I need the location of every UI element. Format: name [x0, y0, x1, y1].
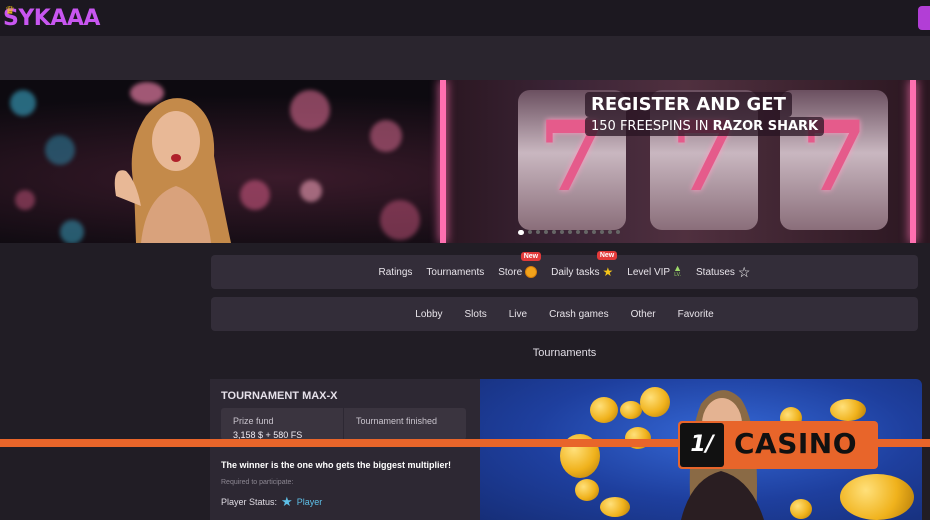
- bokeh-light: [380, 200, 420, 240]
- bokeh-light: [15, 190, 35, 210]
- coin-icon: [525, 266, 538, 278]
- carousel-dot[interactable]: [568, 230, 572, 234]
- category-slots[interactable]: Slots: [465, 309, 487, 320]
- bokeh-light: [60, 220, 84, 243]
- nav-daily-tasks[interactable]: Daily tasks ★ New: [551, 251, 618, 279]
- carousel-dot[interactable]: [518, 230, 524, 235]
- player-status-value: Player: [296, 497, 323, 507]
- prize-fund-label: Prize fund: [233, 416, 274, 426]
- star-outline-icon: ☆: [737, 263, 751, 280]
- nav-label: Daily tasks: [551, 266, 600, 278]
- gold-coin: [840, 474, 914, 520]
- carousel-dot[interactable]: [600, 230, 604, 234]
- category-crash-games[interactable]: Crash games: [549, 309, 608, 320]
- carousel-dots: [518, 230, 620, 236]
- promo-title: REGISTER AND GET: [585, 92, 792, 117]
- logo-text: SYKAAA: [3, 6, 100, 31]
- promo-game-name: RAZOR SHARK: [712, 119, 819, 134]
- carousel-dot[interactable]: [584, 230, 588, 234]
- player-status-label: Player Status:: [221, 497, 278, 507]
- bokeh-light: [45, 135, 75, 165]
- tournament-card[interactable]: TOURNAMENT MAX-X Prize fund Tournament f…: [210, 379, 480, 520]
- carousel-dot[interactable]: [536, 230, 540, 234]
- category-favorite[interactable]: Favorite: [678, 309, 714, 320]
- nav-label: Statuses: [696, 266, 735, 278]
- tournament-status-box: Tournament finished: [344, 408, 466, 440]
- new-badge: New: [596, 251, 618, 260]
- carousel-dot[interactable]: [560, 230, 564, 234]
- top-bar: ♛ SYKAAA: [0, 0, 930, 36]
- level-icon-text: LV.: [674, 272, 681, 278]
- nav-label: Live: [508, 308, 528, 320]
- tournament-name: TOURNAMENT MAX-X: [221, 390, 338, 402]
- carousel-dot[interactable]: [544, 230, 548, 234]
- carousel-dot[interactable]: [616, 230, 620, 234]
- neon-strip: [910, 80, 916, 243]
- nav-label: Favorite: [677, 308, 714, 320]
- bokeh-light: [370, 120, 402, 152]
- tournament-description: The winner is the one who gets the bigge…: [221, 460, 452, 470]
- gold-coin: [620, 401, 642, 419]
- gold-coin: [790, 499, 812, 519]
- carousel-dot[interactable]: [528, 230, 532, 234]
- carousel-dot[interactable]: [608, 230, 612, 234]
- game-category-nav: Lobby Slots Live Crash games Other Favor…: [211, 297, 918, 331]
- watermark-badge: 1/ CASINO: [678, 421, 878, 469]
- header-subbar: [0, 36, 930, 80]
- crown-icon: ♛: [5, 4, 15, 17]
- watermark-logo-icon: 1/: [680, 423, 724, 467]
- nav-store[interactable]: Store New: [498, 252, 542, 278]
- player-status-row: Player Status: ★ Player: [221, 494, 322, 510]
- gold-coin: [590, 397, 618, 423]
- nav-label: Other: [630, 308, 656, 320]
- category-lobby[interactable]: Lobby: [415, 309, 442, 320]
- nav-label: Level VIP: [627, 266, 671, 278]
- tournament-status: Tournament finished: [356, 416, 438, 426]
- promo-banner[interactable]: 7 7 7 REGISTER AND GET 150 FREESPINS IN …: [0, 80, 930, 243]
- player-star-icon: ★: [281, 494, 293, 509]
- carousel-dot[interactable]: [592, 230, 596, 234]
- nav-label: Tournaments: [426, 266, 485, 278]
- carousel-dot[interactable]: [552, 230, 556, 234]
- new-badge: New: [520, 252, 542, 261]
- promo-sub-prefix: 150 FREESPINS IN: [591, 119, 709, 134]
- gold-coin: [575, 479, 599, 501]
- section-title: Tournaments: [532, 347, 597, 359]
- category-live[interactable]: Live: [509, 309, 527, 320]
- promo-subtitle: 150 FREESPINS IN RAZOR SHARK: [585, 117, 825, 136]
- banner-model-image: [114, 98, 231, 243]
- nav-tournaments[interactable]: Tournaments: [426, 267, 484, 278]
- gold-coin: [640, 387, 670, 417]
- nav-label: Slots: [464, 308, 487, 320]
- nav-level-vip[interactable]: Level VIP ▲ LV.: [627, 263, 682, 279]
- level-up-icon: ▲ LV.: [673, 263, 682, 279]
- menu-button[interactable]: [918, 6, 930, 30]
- bokeh-light: [290, 90, 330, 130]
- nav-label: Store: [498, 266, 523, 278]
- nav-label: Ratings: [378, 266, 413, 278]
- bokeh-light: [300, 180, 322, 202]
- nav-label: Crash games: [549, 308, 609, 320]
- gold-coin: [830, 399, 866, 421]
- watermark-text: CASINO: [734, 427, 858, 460]
- bokeh-light: [10, 90, 36, 116]
- bokeh-light: [240, 180, 270, 210]
- star-icon: ★: [602, 265, 614, 279]
- neon-strip: [440, 80, 446, 243]
- requirements-label: Required to participate:: [221, 479, 294, 486]
- nav-label: Lobby: [415, 308, 443, 320]
- category-other[interactable]: Other: [631, 309, 656, 320]
- nav-statuses[interactable]: Statuses ☆: [696, 264, 750, 281]
- site-logo[interactable]: ♛ SYKAAA: [3, 4, 100, 31]
- gold-coin: [600, 497, 630, 517]
- primary-nav: Ratings Tournaments Store New Daily task…: [211, 251, 918, 289]
- nav-ratings[interactable]: Ratings: [379, 267, 413, 278]
- carousel-dot[interactable]: [576, 230, 580, 234]
